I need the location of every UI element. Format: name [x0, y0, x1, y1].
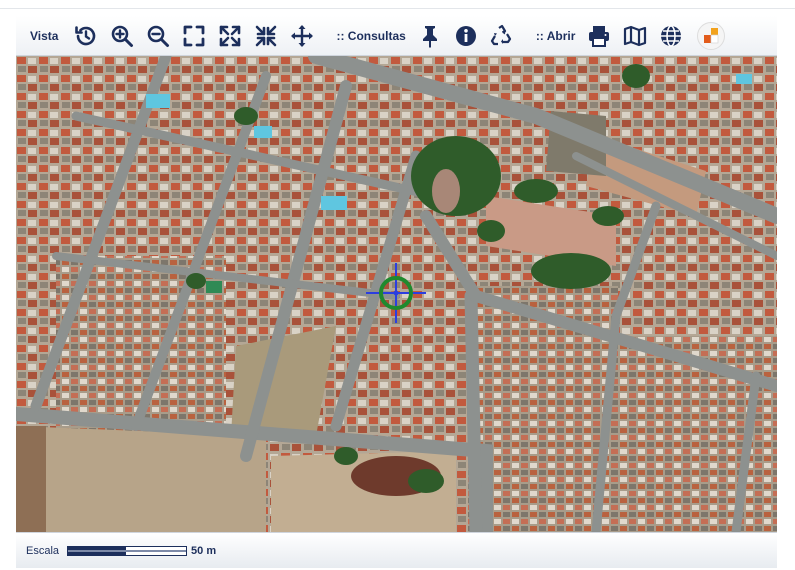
map-button[interactable]: [617, 19, 653, 53]
full-extent-icon: [184, 25, 205, 46]
history-icon: [75, 25, 96, 45]
zoom-out-icon: [148, 25, 170, 47]
info-icon: [455, 25, 476, 46]
full-extent-button[interactable]: [176, 19, 212, 53]
pan-icon: [291, 24, 314, 47]
globe-icon: [661, 24, 682, 47]
open-menu-label[interactable]: :: Abrir: [536, 29, 576, 43]
pin-icon: [422, 25, 437, 48]
zoom-in-icon: [112, 25, 134, 47]
queries-menu-label[interactable]: :: Consultas: [336, 29, 405, 43]
map-viewer: Vista :: Consultas:: Abrir Escala 50 m: [16, 16, 777, 568]
expand-button[interactable]: [212, 19, 248, 53]
recycle-icon: [490, 24, 511, 45]
map-canvas[interactable]: [16, 56, 777, 532]
top-divider: [0, 8, 795, 9]
shrink-icon: [256, 25, 277, 46]
info-button[interactable]: [448, 19, 484, 53]
shrink-button[interactable]: [248, 19, 284, 53]
print-button[interactable]: [581, 19, 617, 53]
globe-button[interactable]: [653, 19, 689, 53]
history-button[interactable]: [68, 19, 104, 53]
aerial-imagery: [16, 56, 777, 532]
print-icon: [589, 25, 610, 47]
zoom-out-button[interactable]: [140, 19, 176, 53]
map-toolbar: Vista :: Consultas:: Abrir: [16, 16, 777, 56]
scale-graphic: [67, 545, 188, 556]
map-icon: [624, 25, 647, 46]
recycle-button[interactable]: [484, 19, 520, 53]
expand-icon: [220, 25, 241, 46]
pan-button[interactable]: [284, 19, 320, 53]
app-logo-icon[interactable]: [697, 21, 726, 50]
view-menu-label[interactable]: Vista: [30, 29, 58, 43]
scale-value: 50 m: [191, 544, 217, 557]
scale-label: Escala: [26, 544, 60, 557]
zoom-in-button[interactable]: [104, 19, 140, 53]
pin-button[interactable]: [412, 19, 448, 53]
scale-bar: Escala 50 m: [16, 532, 777, 568]
